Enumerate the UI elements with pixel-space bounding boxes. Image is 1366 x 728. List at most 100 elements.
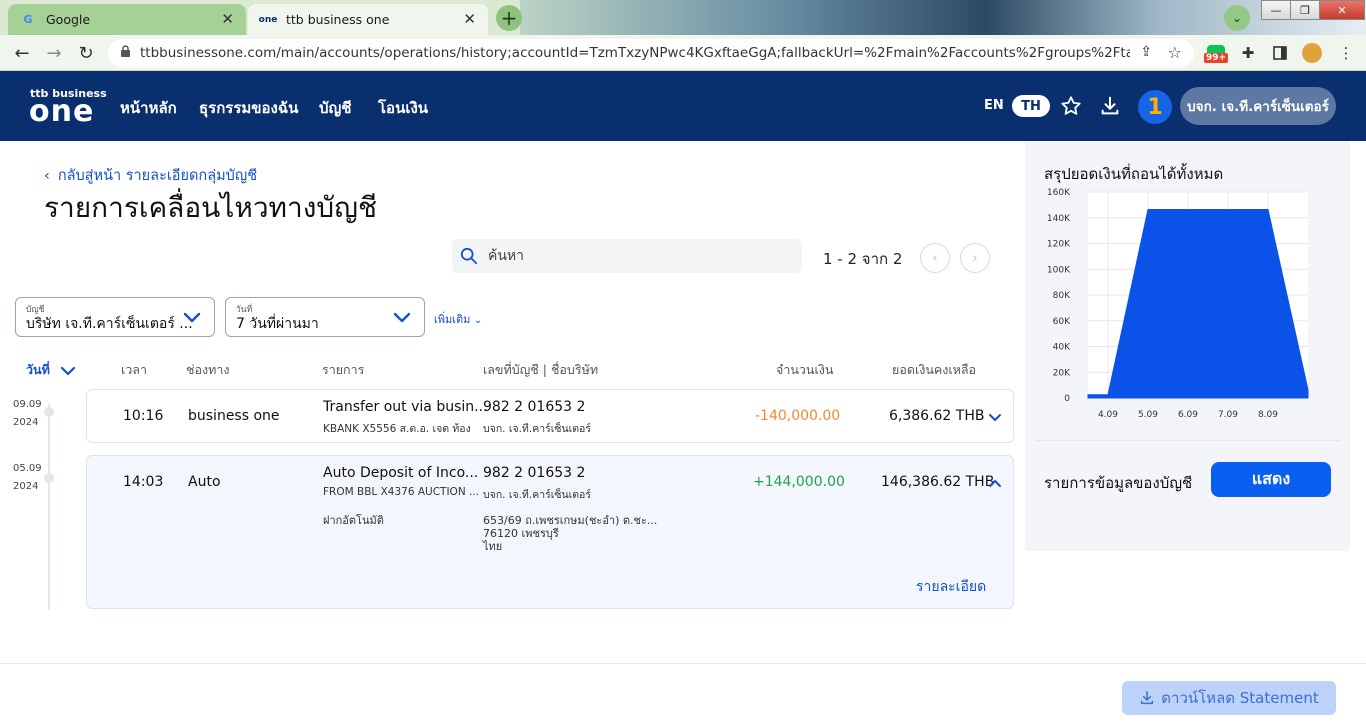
chart-y-tick-label: 40K bbox=[1053, 343, 1071, 353]
show-account-info-button[interactable]: แสดง bbox=[1211, 462, 1331, 497]
transaction-detail-link[interactable]: รายละเอียด bbox=[916, 576, 986, 598]
chart-y-tick-label: 120K bbox=[1047, 240, 1071, 250]
chevron-down-icon bbox=[183, 312, 201, 323]
extensions-puzzle-icon[interactable]: ✚ bbox=[1238, 43, 1258, 63]
column-header-date[interactable]: วันที่ bbox=[26, 360, 76, 380]
next-page-button[interactable]: › bbox=[960, 243, 990, 273]
date-timeline bbox=[48, 404, 50, 610]
account-info-label: รายการข้อมูลของบัญชี bbox=[1044, 474, 1193, 492]
account-filter-dropdown[interactable]: บัญชี บริษัท เจ.ที.คาร์เซ็นเตอร์ ... bbox=[15, 297, 215, 337]
favorite-star-icon[interactable] bbox=[1058, 93, 1084, 119]
nav-home[interactable]: หน้าหลัก bbox=[120, 96, 177, 120]
share-icon[interactable]: ⇪ bbox=[1140, 44, 1152, 60]
row-description: Auto Deposit of Inco... bbox=[323, 465, 479, 481]
company-profile-button[interactable]: บจก. เจ.ที.คาร์เซ็นเตอร์ bbox=[1180, 87, 1336, 125]
chevron-left-icon: ‹ bbox=[44, 168, 50, 184]
chart-x-tick-label: 8.09 bbox=[1258, 410, 1278, 420]
chevron-down-icon[interactable] bbox=[988, 411, 1002, 425]
tab-search-chevron-icon[interactable]: ⌄ bbox=[1224, 5, 1250, 31]
chart-y-tick-label: 140K bbox=[1047, 214, 1071, 224]
notification-badge[interactable]: 1 bbox=[1138, 90, 1172, 124]
account-filter-value: บริษัท เจ.ที.คาร์เซ็นเตอร์ ... bbox=[26, 316, 193, 332]
chart-x-tick-label: 6.09 bbox=[1178, 410, 1198, 420]
bookmark-star-icon[interactable]: ☆ bbox=[1168, 43, 1182, 62]
row-amount: +144,000.00 bbox=[753, 474, 845, 490]
period-filter-dropdown[interactable]: วันที่ 7 วันที่ผ่านมา bbox=[225, 297, 425, 337]
column-header-balance: ยอดเงินคงเหลือ bbox=[892, 362, 977, 377]
table-row-expanded[interactable]: 14:03 Auto Auto Deposit of Inco... FROM … bbox=[86, 455, 1014, 609]
row-account-name: บจก. เจ.ที.คาร์เซ็นเตอร์ bbox=[483, 489, 591, 501]
more-filters-link[interactable]: เพิ่มเติม ⌄ bbox=[434, 310, 482, 328]
page-title: รายการเคลื่อนไหวทางบัญชี bbox=[44, 191, 378, 224]
sort-chevron-down-icon bbox=[61, 366, 76, 375]
search-input[interactable]: ค้นหา bbox=[452, 239, 802, 273]
browser-tab-bar: G Google ✕ one ttb business one ✕ + ⌄ — … bbox=[0, 0, 1366, 35]
chevron-up-icon[interactable] bbox=[988, 476, 1002, 490]
nav-my-transactions[interactable]: ธุรกรรมของฉัน bbox=[199, 96, 298, 120]
chart-title: สรุปยอดเงินที่ถอนได้ทั้งหมด bbox=[1044, 165, 1224, 183]
nav-accounts[interactable]: บัญชี bbox=[319, 96, 351, 120]
download-statement-button[interactable]: ดาวน์โหลด Statement bbox=[1122, 681, 1336, 715]
column-header-channel: ช่องทาง bbox=[186, 362, 230, 377]
download-icon[interactable] bbox=[1097, 93, 1123, 119]
row-date: 09.09 2024 bbox=[13, 397, 42, 431]
row-balance: 146,386.62 THB bbox=[881, 474, 995, 490]
search-placeholder: ค้นหา bbox=[488, 248, 525, 264]
minimize-window-button[interactable]: — bbox=[1261, 0, 1291, 20]
nav-transfer[interactable]: โอนเงิน bbox=[378, 96, 428, 120]
lang-en-toggle[interactable]: EN bbox=[984, 98, 1004, 113]
panel-divider bbox=[1036, 440, 1340, 441]
row-date: 05.09 2024 bbox=[13, 461, 42, 495]
row-channel: Auto bbox=[188, 474, 221, 490]
row-address-line-1: 653/69 ถ.เพชรเกษม(ชะอำ) ต.ชะ... bbox=[483, 514, 658, 527]
chart-y-tick-label: 100K bbox=[1047, 265, 1071, 275]
row-balance: 6,386.62 THB bbox=[889, 408, 985, 424]
search-icon bbox=[460, 247, 478, 265]
logo-one-text[interactable]: one bbox=[29, 94, 94, 129]
tab-google[interactable]: G Google ✕ bbox=[8, 4, 246, 35]
withdrawable-balance-chart: 0 20K 40K 60K 80K 100K 120K 140K 160K 4.09 5.09 6.0… bbox=[1047, 188, 1309, 420]
ttb-favicon: one bbox=[258, 14, 278, 25]
row-amount: -140,000.00 bbox=[755, 408, 841, 424]
extension-badge: 99+ bbox=[1204, 53, 1229, 63]
chevron-right-icon: › bbox=[972, 250, 978, 266]
browser-toolbar: ← → ↻ ttbbusinessone.com/main/accounts/o… bbox=[0, 35, 1366, 71]
profile-avatar[interactable] bbox=[1302, 43, 1322, 63]
tab-title: ttb business one bbox=[286, 12, 390, 27]
chart-x-tick-label: 5.09 bbox=[1138, 410, 1158, 420]
timeline-dot bbox=[44, 407, 54, 417]
close-window-button[interactable]: ✕ bbox=[1319, 0, 1365, 20]
table-row[interactable]: 10:16 business one Transfer out via busi… bbox=[86, 389, 1014, 443]
back-arrow-icon[interactable]: ← bbox=[10, 41, 34, 65]
address-bar[interactable]: ttbbusinessone.com/main/accounts/operati… bbox=[108, 39, 1194, 67]
row-detail-type: ฝากอัตโนมัติ bbox=[323, 514, 384, 527]
maximize-window-button[interactable]: ❐ bbox=[1290, 0, 1320, 20]
row-account-number: 982 2 01653 2 bbox=[483, 465, 586, 481]
chart-y-tick-label: 20K bbox=[1053, 368, 1071, 378]
tab-ttb-business-one[interactable]: one ttb business one ✕ bbox=[248, 4, 488, 35]
back-to-group-link[interactable]: ‹ กลับสู่หน้า รายละเอียดกลุ่มบัญชี bbox=[44, 164, 257, 187]
forward-arrow-icon[interactable]: → bbox=[42, 41, 66, 65]
side-panel-icon[interactable] bbox=[1270, 43, 1290, 63]
row-channel: business one bbox=[188, 408, 280, 424]
row-time: 14:03 bbox=[123, 474, 164, 490]
lock-icon bbox=[120, 45, 132, 61]
close-tab-icon[interactable]: ✕ bbox=[463, 10, 476, 28]
lang-th-toggle[interactable]: TH bbox=[1012, 95, 1050, 117]
back-link-label: กลับสู่หน้า รายละเอียดกลุ่มบัญชี bbox=[57, 168, 258, 184]
row-date-year: 2024 bbox=[13, 481, 39, 492]
row-account-name: บจก. เจ.ที.คาร์เซ็นเตอร์ bbox=[483, 423, 591, 435]
row-date-day: 05.09 bbox=[13, 463, 42, 474]
chart-y-tick-label: 60K bbox=[1053, 317, 1071, 327]
download-icon bbox=[1141, 691, 1154, 705]
browser-menu-icon[interactable]: ⋮ bbox=[1336, 43, 1356, 63]
row-description-sub: FROM BBL X4376 AUCTION ... bbox=[323, 486, 480, 498]
reload-icon[interactable]: ↻ bbox=[74, 41, 98, 65]
pagination-summary: 1 - 2 จาก 2 bbox=[823, 250, 903, 268]
prev-page-button[interactable]: ‹ bbox=[920, 243, 950, 273]
row-time: 10:16 bbox=[123, 408, 164, 424]
close-tab-icon[interactable]: ✕ bbox=[221, 10, 234, 28]
new-tab-button[interactable]: + bbox=[496, 5, 522, 31]
chart-y-tick-label: 80K bbox=[1053, 291, 1071, 301]
download-statement-label: ดาวน์โหลด Statement bbox=[1161, 689, 1319, 707]
